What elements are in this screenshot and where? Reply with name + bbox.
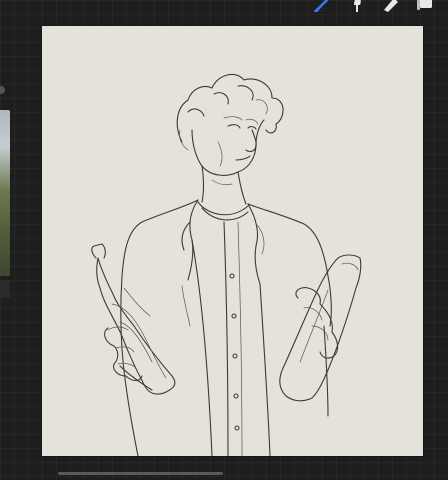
- reference-image-panel[interactable]: [0, 110, 10, 276]
- drawing-canvas[interactable]: [42, 26, 423, 456]
- procreate-workspace: [0, 0, 448, 480]
- eraser-icon: [384, 0, 398, 12]
- sketch-drawing: [91, 73, 362, 456]
- top-toolbar: [308, 0, 448, 14]
- smudge-tool-button[interactable]: [348, 0, 366, 12]
- side-panel-tab[interactable]: [0, 86, 5, 94]
- home-indicator: [58, 472, 223, 475]
- layers-icon: [417, 0, 432, 10]
- layers-tool-button[interactable]: [416, 0, 434, 12]
- brush-icon: [314, 0, 329, 12]
- brush-tool-button[interactable]: [314, 0, 332, 12]
- smudge-icon: [354, 0, 361, 12]
- eraser-tool-button[interactable]: [382, 0, 400, 12]
- reference-panel-handle[interactable]: [0, 280, 10, 298]
